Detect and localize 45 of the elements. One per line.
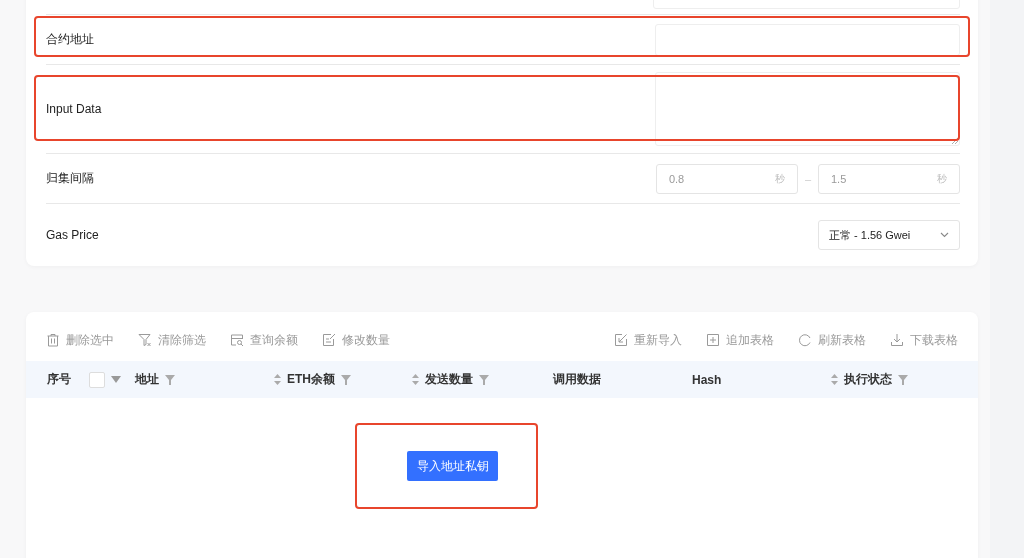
range-separator: –	[804, 172, 811, 185]
input-field[interactable]	[655, 23, 960, 56]
field-label: Gas Price	[46, 228, 99, 242]
toolbar-button[interactable]: 追加表格	[706, 330, 774, 350]
input-field[interactable]: 0.8 秒	[655, 163, 798, 194]
filter-clear-icon	[138, 333, 152, 347]
add-icon	[706, 333, 720, 347]
toolbar-button[interactable]: 刷新表格	[798, 330, 866, 350]
query-icon	[230, 333, 244, 347]
column-header: ETH余额	[287, 371, 335, 388]
filter-icon[interactable]	[165, 374, 175, 385]
refresh-icon	[798, 333, 812, 347]
sort-icon[interactable]	[274, 374, 281, 385]
toolbar-button[interactable]: 删除选中	[46, 330, 114, 350]
filter-icon[interactable]	[479, 374, 489, 385]
toolbar-button[interactable]: 清除筛选	[138, 330, 206, 350]
field-label: Input Data	[46, 102, 102, 116]
field-label: 归集间隔	[46, 170, 94, 187]
column-header: Hash	[692, 372, 722, 387]
column-header: 发送数量	[425, 371, 473, 388]
toolbar-button[interactable]: 下载表格	[890, 330, 958, 350]
edit-icon	[322, 333, 336, 347]
sort-icon[interactable]	[412, 374, 419, 385]
column-header: 地址	[135, 371, 159, 388]
chevron-down-icon	[940, 232, 949, 238]
download-icon	[890, 333, 904, 347]
toolbar-button[interactable]: 修改数量	[322, 330, 390, 350]
toolbar-button[interactable]: 重新导入	[614, 330, 682, 350]
import-keys-button[interactable]: 导入地址私钥	[407, 451, 498, 481]
trash-icon	[46, 333, 60, 347]
checkbox[interactable]	[89, 371, 105, 388]
input-field[interactable]: 1.5 秒	[818, 163, 960, 194]
import-icon	[614, 333, 628, 347]
toolbar-button[interactable]: 查询余额	[230, 330, 298, 350]
resize-grip-icon[interactable]	[952, 138, 958, 144]
filter-icon[interactable]	[898, 374, 908, 385]
column-header: 执行状态	[844, 371, 892, 388]
filter-icon[interactable]	[341, 374, 351, 385]
sort-icon[interactable]	[831, 374, 838, 385]
field-label: 合约地址	[46, 31, 94, 48]
text-area[interactable]	[655, 72, 960, 146]
column-header: 调用数据	[553, 371, 601, 388]
column-header: 序号	[47, 371, 71, 388]
gas-price-select[interactable]: 正常 - 1.56 Gwei	[818, 220, 960, 250]
caret-down-icon[interactable]	[111, 376, 121, 383]
